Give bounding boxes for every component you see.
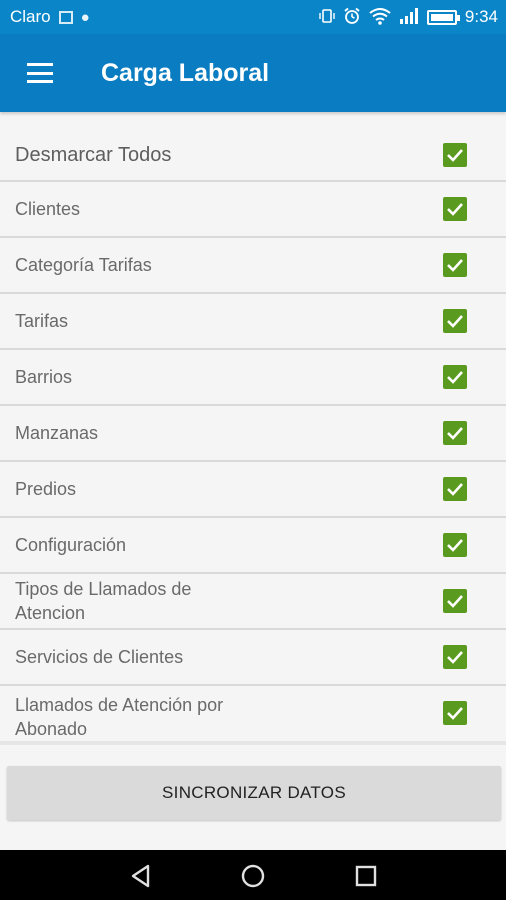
list-item[interactable]: Configuración — [0, 518, 506, 574]
list-item-label: Manzanas — [15, 423, 99, 443]
list-item-label: Barrios — [15, 367, 73, 387]
sync-data-button[interactable]: SINCRONIZAR DATOS — [7, 766, 501, 820]
back-icon[interactable] — [128, 863, 154, 894]
list-item-label: Categoría Tarifas — [15, 255, 152, 275]
list-item-checkbox[interactable] — [443, 589, 467, 613]
app-notification-icon: ● — [80, 8, 90, 26]
list-item-label: Llamados de Atención por Abonado — [15, 695, 224, 739]
menu-icon[interactable] — [27, 63, 53, 83]
recents-icon[interactable] — [353, 863, 379, 894]
app-bar: Carga Laboral — [0, 34, 506, 112]
battery-icon — [426, 9, 460, 25]
vibrate-icon — [319, 8, 335, 27]
list-divider — [0, 741, 506, 745]
navigation-bar — [0, 850, 506, 900]
select-all-row[interactable]: Desmarcar Todos — [0, 130, 506, 182]
sync-options-list: Desmarcar Todos Clientes Categoría Tarif… — [0, 130, 506, 740]
list-item-label: Predios — [15, 479, 77, 499]
list-item-label: Configuración — [15, 535, 127, 555]
list-item[interactable]: Tarifas — [0, 294, 506, 350]
image-notification-icon — [58, 10, 73, 24]
list-item-checkbox[interactable] — [443, 701, 467, 725]
list-item[interactable]: Clientes — [0, 182, 506, 238]
clock: 9:34 — [464, 7, 498, 26]
list-item[interactable]: Servicios de Clientes — [0, 630, 506, 686]
list-item-checkbox[interactable] — [443, 533, 467, 557]
list-item-checkbox[interactable] — [443, 309, 467, 333]
wifi-icon — [369, 7, 391, 28]
list-item[interactable]: Llamados de Atención por Abonado — [0, 686, 506, 740]
signal-icon — [399, 7, 419, 27]
list-item-checkbox[interactable] — [443, 365, 467, 389]
list-item[interactable]: Categoría Tarifas — [0, 238, 506, 294]
alarm-icon — [343, 7, 361, 28]
select-all-checkbox[interactable] — [443, 143, 467, 167]
home-icon[interactable] — [240, 863, 266, 894]
select-all-label: Desmarcar Todos — [15, 144, 172, 166]
list-item[interactable]: Manzanas — [0, 406, 506, 462]
list-item[interactable]: Barrios — [0, 350, 506, 406]
list-item-checkbox[interactable] — [443, 253, 467, 277]
status-bar: Claro ● 9:34 — [0, 0, 506, 34]
list-item-label: Clientes — [15, 199, 81, 219]
list-item[interactable]: Tipos de Llamados de Atencion — [0, 574, 506, 630]
page-title: Carga Laboral — [101, 58, 270, 87]
list-item[interactable]: Predios — [0, 462, 506, 518]
list-item-label: Servicios de Clientes — [15, 647, 184, 667]
list-item-label: Tarifas — [15, 311, 69, 331]
carrier-label: Claro — [10, 7, 51, 26]
list-item-checkbox[interactable] — [443, 421, 467, 445]
list-item-label: Tipos de Llamados de Atencion — [15, 579, 192, 623]
list-item-checkbox[interactable] — [443, 477, 467, 501]
list-item-checkbox[interactable] — [443, 645, 467, 669]
list-item-checkbox[interactable] — [443, 197, 467, 221]
